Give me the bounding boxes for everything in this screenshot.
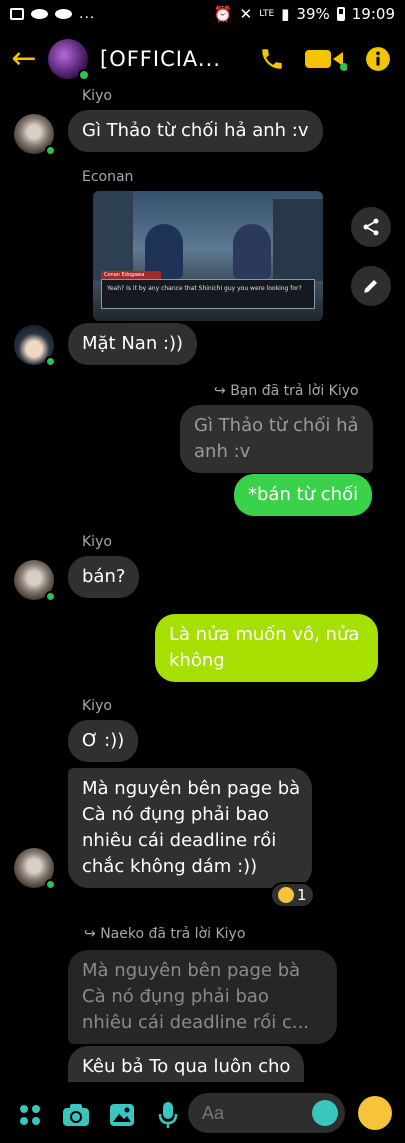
battery-percent: 39%	[296, 5, 330, 23]
video-call-icon[interactable]	[303, 44, 347, 74]
quoted-line: Gì Thảo từ chối hả	[194, 415, 359, 436]
phone-call-icon[interactable]	[257, 44, 287, 74]
chat-title[interactable]: [OFFICIA...	[100, 47, 218, 71]
message-bubble[interactable]: Là nửa muốn vô, nửa không	[155, 614, 378, 682]
message-bubble[interactable]: Mặt Nan :))	[68, 323, 198, 365]
info-icon[interactable]	[363, 44, 393, 74]
message-line: chắc không dám :))	[82, 856, 258, 877]
apps-menu-icon[interactable]	[14, 1099, 46, 1131]
more-notifications-icon: ...	[79, 6, 96, 22]
avatar[interactable]	[14, 848, 56, 890]
message-bubble[interactable]: bán?	[68, 556, 140, 598]
edit-image-button[interactable]	[351, 266, 391, 306]
message-line: nhiêu cái deadline rồi	[82, 830, 277, 851]
share-icon	[363, 218, 379, 236]
reply-info: ↪ Naeko đã trả lời Kiyo	[84, 926, 246, 942]
chat-header: ← [OFFICIA...	[0, 30, 405, 88]
emoji-picker-icon[interactable]	[312, 1100, 338, 1126]
message-bubble[interactable]: Kêu bả To qua luôn cho	[68, 1046, 305, 1082]
avatar[interactable]	[14, 114, 56, 156]
reply-info-text: Naeko đã trả lời Kiyo	[100, 926, 246, 942]
message-line: Là nửa muốn vô, nửa	[169, 624, 360, 645]
online-indicator	[45, 879, 56, 890]
reaction-badge[interactable]: 1	[270, 882, 315, 908]
sender-name: Econan	[82, 169, 134, 185]
online-indicator	[45, 145, 56, 156]
pencil-icon	[364, 280, 377, 293]
avatar[interactable]	[14, 560, 56, 602]
quick-emoji-icon[interactable]	[358, 1096, 392, 1130]
app-notification-icon-2	[55, 9, 72, 19]
quoted-message[interactable]: Gì Thảo từ chối hả anh :v	[180, 405, 373, 473]
app-notification-icon	[31, 9, 48, 19]
quoted-line: Mà nguyên bên page bà	[82, 960, 301, 981]
character-figure	[233, 224, 271, 279]
message-line: Cà nó đụng phải bao	[82, 804, 269, 825]
reply-info: ↪ Bạn đã trả lời Kiyo	[214, 383, 359, 399]
dialog-line: Yeah? Is it by any chance that Shinichi …	[101, 279, 315, 309]
message-bubble[interactable]: Mà nguyên bên page bà Cà nó đụng phải ba…	[68, 768, 312, 888]
camera-icon[interactable]	[60, 1099, 92, 1131]
sender-name: Kiyo	[82, 698, 112, 714]
quoted-line: nhiêu cái deadline rồi c...	[82, 1012, 310, 1033]
sender-name: Kiyo	[82, 88, 112, 104]
sender-name: Kiyo	[82, 534, 112, 550]
back-arrow-icon[interactable]: ←	[0, 30, 48, 88]
clock: 19:09	[351, 5, 395, 23]
quoted-message[interactable]: Mà nguyên bên page bà Cà nó đụng phải ba…	[68, 950, 337, 1044]
reaction-count: 1	[297, 886, 307, 904]
avatar[interactable]	[14, 325, 56, 367]
vibrate-icon: ✕	[239, 5, 253, 23]
group-avatar[interactable]	[48, 39, 90, 81]
online-indicator	[78, 69, 90, 81]
microphone-icon[interactable]	[152, 1099, 184, 1131]
quoted-line: anh :v	[194, 441, 251, 462]
reply-info-text: Bạn đã trả lời Kiyo	[230, 383, 359, 399]
message-line: không	[169, 650, 225, 671]
online-indicator	[45, 356, 56, 367]
grin-emoji-icon	[278, 887, 294, 903]
battery-icon	[336, 7, 345, 21]
message-line: Mà nguyên bên page bà	[82, 778, 301, 799]
signal-icon: ▮	[281, 5, 290, 23]
message-bubble[interactable]: *bán từ chối	[234, 474, 373, 516]
online-indicator	[45, 591, 56, 602]
quoted-line: Cà nó đụng phải bao	[82, 986, 269, 1007]
message-bubble[interactable]: Gì Thảo từ chối hả anh :v	[68, 110, 323, 152]
image-message[interactable]: Conan Edogawa Yeah? Is it by any chance …	[93, 191, 323, 321]
network-type: LTE	[259, 9, 275, 19]
message-bubble[interactable]: Ơ :))	[68, 720, 139, 762]
status-bar: ... ⏰ ✕ LTE ▮ 39% 19:09	[0, 0, 405, 28]
share-button[interactable]	[351, 207, 391, 247]
gallery-icon[interactable]	[106, 1099, 138, 1131]
gallery-notification-icon	[10, 8, 24, 20]
alarm-icon: ⏰	[213, 5, 233, 23]
